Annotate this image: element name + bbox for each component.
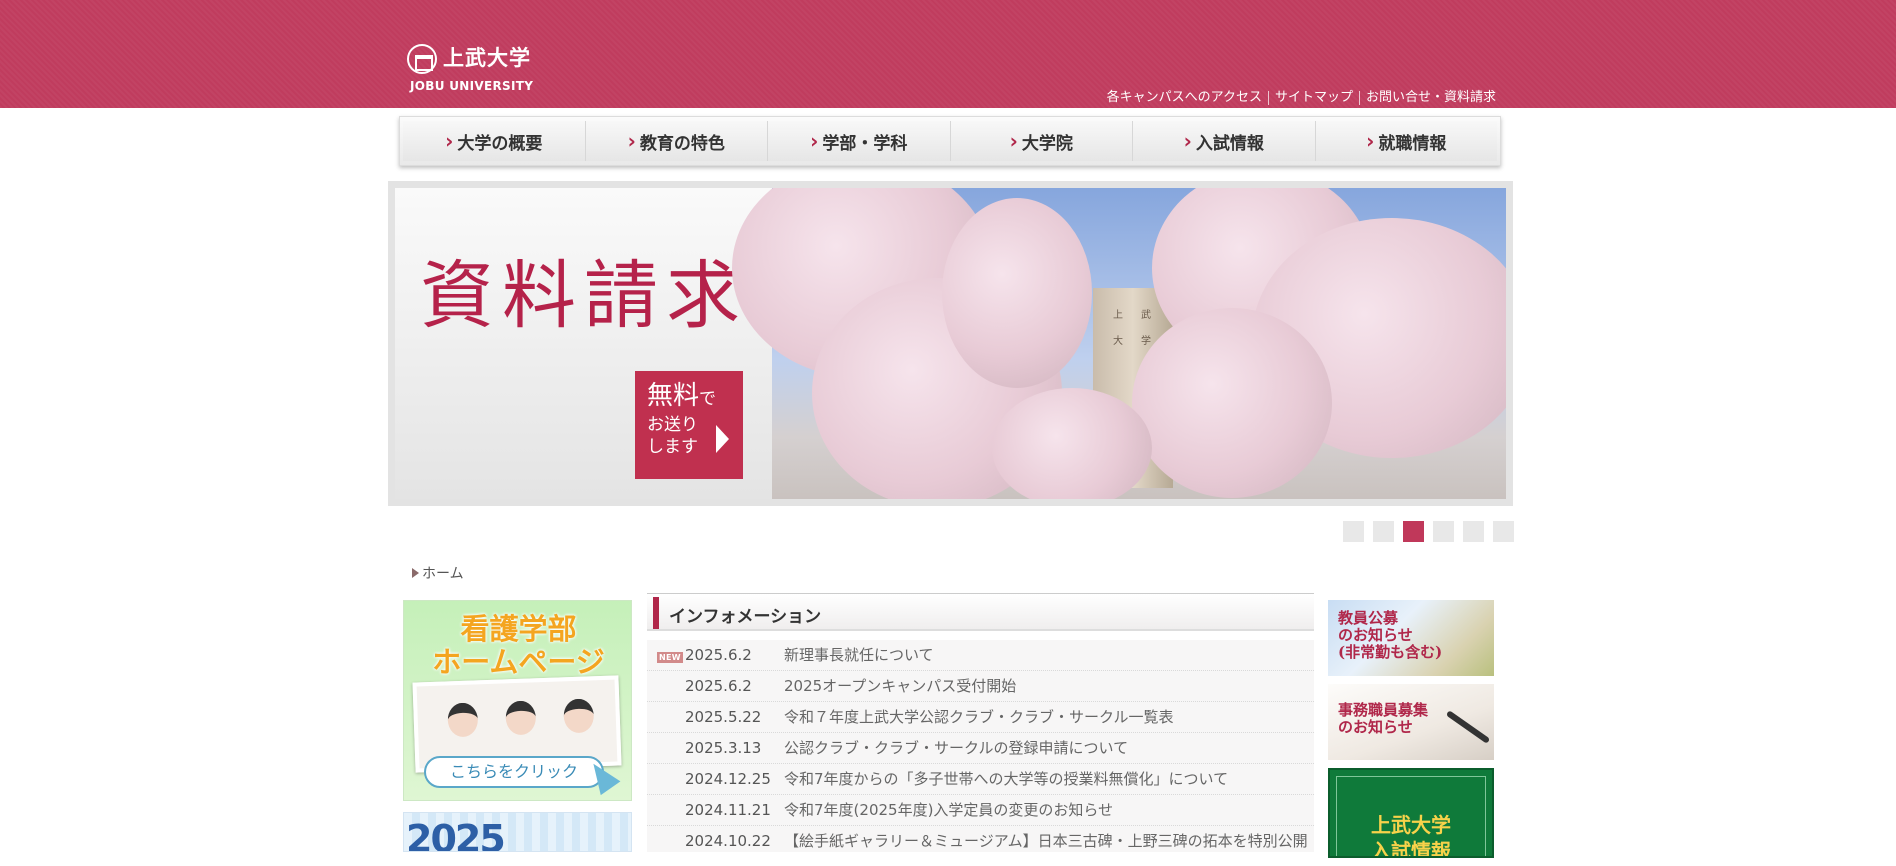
pen-icon	[1445, 710, 1491, 744]
news-date: 2024.12.25	[685, 770, 771, 788]
slider-dot[interactable]	[1343, 521, 1364, 542]
header-utility-links: 各キャンパスへのアクセス サイトマップ お問い合せ・資料請求	[1101, 91, 1502, 105]
chevron-right-icon: ›	[810, 129, 819, 153]
list-item[interactable]: 2024.10.22 【絵手紙ギャラリー＆ミュージアム】日本三古碑・上野三碑の拓…	[647, 826, 1314, 852]
banner-text: のお知らせ	[1338, 626, 1413, 644]
news-title-link[interactable]: 公認クラブ・クラブ・サークルの登録申請について	[784, 733, 1128, 763]
access-link[interactable]: 各キャンパスへのアクセス	[1101, 91, 1268, 105]
banner-text: 上武大学	[1371, 813, 1451, 837]
banner-text: のお知らせ	[1338, 718, 1413, 736]
banner-year: 2025	[406, 817, 506, 852]
hero-button-text: 無料	[647, 381, 700, 411]
breadcrumb-home-link[interactable]: ホーム	[422, 563, 464, 583]
banner-text: 入試情報	[1371, 839, 1451, 858]
chevron-right-icon: ›	[627, 129, 636, 153]
tower-sign: 上	[1113, 310, 1123, 321]
chevron-right-icon: ›	[1366, 129, 1375, 153]
blossom	[942, 198, 1092, 388]
banner-text: (非常勤も含む)	[1338, 643, 1443, 661]
tower-sign: 武	[1141, 310, 1151, 321]
blossom	[1132, 308, 1332, 498]
hero-title: 資料請求	[420, 253, 748, 339]
hero-slider[interactable]: 資料請求 無料で お送り します 上 武 大 学	[388, 181, 1513, 506]
news-title-link[interactable]: 【絵手紙ギャラリー＆ミュージアム】日本三古碑・上野三碑の拓本を特別公開	[784, 826, 1308, 852]
contact-link[interactable]: お問い合せ・資料請求	[1358, 91, 1502, 105]
nursing-homepage-banner[interactable]: 看護学部 ホームページ こちらをクリック	[403, 600, 632, 801]
global-nav: › 大学の概要 › 教育の特色 › 学部・学科 › 大学院 › 入試情報 › 就職情報	[399, 116, 1501, 166]
news-title-link[interactable]: 令和7年度(2025年度)入学定員の変更のお知らせ	[784, 795, 1113, 825]
breadcrumb: ホーム	[412, 563, 464, 583]
nav-faculties[interactable]: › 学部・学科	[767, 121, 950, 161]
news-title-link[interactable]: 令和7年度からの「多子世帯への大学等の授業料無償化」について	[784, 764, 1228, 794]
university-logo[interactable]: 上武大学 JOBU UNIVERSITY	[407, 44, 533, 93]
news-date: 2025.3.13	[685, 739, 762, 757]
new-badge: NEW	[657, 652, 683, 663]
chevron-right-icon: ›	[1183, 129, 1192, 153]
banner-text: 事務職員募集	[1338, 701, 1429, 719]
student-face	[447, 702, 479, 738]
list-item[interactable]: 2024.11.21 令和7年度(2025年度)入学定員の変更のお知らせ	[647, 795, 1314, 826]
nav-careers[interactable]: › 就職情報	[1314, 121, 1497, 161]
slider-pagination	[1343, 521, 1514, 542]
news-date: 2025.6.2	[685, 646, 752, 664]
banner-title: ホームページ	[432, 645, 605, 679]
nav-label: 就職情報	[1378, 133, 1447, 154]
news-date: 2025.6.2	[685, 677, 752, 695]
student-face	[563, 698, 595, 734]
nav-graduate[interactable]: › 大学院	[949, 121, 1132, 161]
blossom	[992, 388, 1152, 499]
banner-text: 教員公募	[1338, 609, 1399, 627]
news-title-link[interactable]: 新理事長就任について	[784, 640, 934, 670]
campus-cherry-blossom-photo: 上 武 大 学	[732, 188, 1506, 499]
news-title-link[interactable]: 令和７年度上武大学公認クラブ・クラブ・サークル一覧表	[784, 702, 1174, 732]
nav-admissions[interactable]: › 入試情報	[1132, 121, 1315, 161]
play-arrow-icon	[716, 425, 729, 453]
slider-dot[interactable]	[1493, 521, 1514, 542]
hero-text-panel: 資料請求 無料で お送り します	[395, 188, 772, 499]
news-title-link[interactable]: 2025オープンキャンパス受付開始	[784, 671, 1016, 701]
nav-label: 教育の特色	[639, 133, 725, 154]
information-list: NEW 2025.6.2 新理事長就任について 2025.6.2 2025オープ…	[647, 640, 1314, 852]
chevron-right-icon: ›	[1009, 129, 1018, 153]
list-item[interactable]: 2025.5.22 令和７年度上武大学公認クラブ・クラブ・サークル一覧表	[647, 702, 1314, 733]
list-item[interactable]: 2025.6.2 2025オープンキャンパス受付開始	[647, 671, 1314, 702]
nav-about[interactable]: › 大学の概要	[403, 121, 585, 161]
staff-recruitment-banner[interactable]: 事務職員募集 のお知らせ	[1328, 684, 1494, 760]
slider-dot[interactable]	[1463, 521, 1484, 542]
information-heading: インフォメーション	[669, 607, 822, 627]
sitemap-link[interactable]: サイトマップ	[1267, 91, 1359, 105]
chevron-right-icon: ›	[445, 129, 454, 153]
list-item[interactable]: 2024.12.25 令和7年度からの「多子世帯への大学等の授業料無償化」につい…	[647, 764, 1314, 795]
click-here-label: こちらをクリック	[424, 756, 604, 788]
news-date: 2025.5.22	[685, 708, 762, 726]
slider-dot[interactable]	[1433, 521, 1454, 542]
nav-label: 大学の概要	[457, 133, 543, 154]
information-heading-bar: インフォメーション	[647, 593, 1314, 631]
slider-dot[interactable]	[1373, 521, 1394, 542]
information-section: インフォメーション NEW 2025.6.2 新理事長就任について 2025.6…	[647, 593, 1314, 852]
logo-text-en: JOBU UNIVERSITY	[410, 79, 534, 93]
tower-sign: 学	[1141, 336, 1151, 347]
news-date: 2024.10.22	[685, 832, 771, 850]
list-item[interactable]: 2025.3.13 公認クラブ・クラブ・サークルの登録申請について	[647, 733, 1314, 764]
triangle-right-icon	[412, 568, 419, 578]
header-band	[0, 0, 1896, 108]
nav-label: 学部・学科	[822, 133, 908, 154]
news-date: 2024.11.21	[685, 801, 771, 819]
list-item[interactable]: NEW 2025.6.2 新理事長就任について	[647, 640, 1314, 671]
nav-label: 入試情報	[1195, 133, 1264, 154]
slider-dot-active[interactable]	[1403, 521, 1424, 542]
admission-info-banner[interactable]: 上武大学 入試情報	[1328, 768, 1494, 858]
nav-label: 大学院	[1021, 133, 1073, 154]
logo-text-jp: 上武大学	[443, 46, 531, 70]
nav-education[interactable]: › 教育の特色	[584, 121, 767, 161]
faculty-recruitment-banner[interactable]: 教員公募 のお知らせ (非常勤も含む)	[1328, 600, 1494, 676]
right-sidebar: 教員公募 のお知らせ (非常勤も含む) 事務職員募集 のお知らせ 上武大学 入試…	[1328, 600, 1494, 866]
free-request-button[interactable]: 無料で お送り します	[635, 371, 743, 479]
university-crest-icon	[407, 44, 437, 74]
hero-button-text: で	[699, 389, 717, 409]
student-face	[505, 700, 537, 736]
open-campus-2025-banner[interactable]: 2025	[403, 812, 632, 852]
tower-sign: 大	[1113, 336, 1123, 347]
